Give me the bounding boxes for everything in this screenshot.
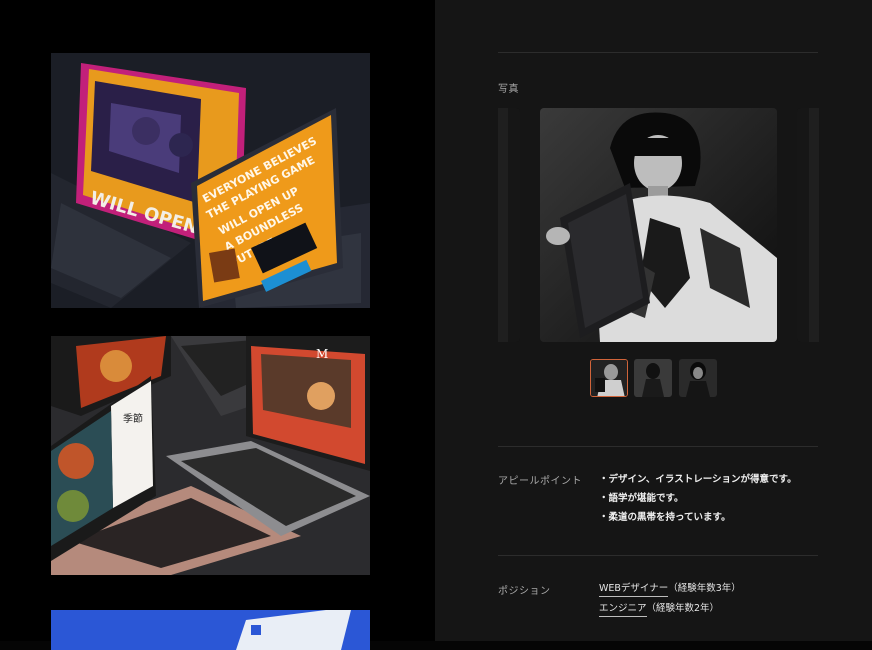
position-item: エンジニア（経験年数2年） [599, 600, 720, 617]
carousel-thumbnail-2[interactable] [634, 359, 672, 397]
carousel-active-photo[interactable] [540, 108, 777, 342]
portfolio-column: WILL OPEN U EVERYONE BELIEVES THE PLAYIN… [0, 0, 435, 650]
profile-photo [540, 108, 777, 342]
position-experience: （経験年数3年） [668, 583, 741, 594]
divider [498, 555, 818, 556]
divider [498, 52, 818, 53]
laptop-mockup-illustration: 季節 M [51, 336, 370, 575]
carousel-thumbnail-1[interactable] [590, 359, 628, 397]
svg-text:季節: 季節 [123, 412, 143, 425]
portfolio-image-restaurant-site[interactable]: 季節 M [51, 336, 370, 575]
position-section-label: ポジション [498, 586, 551, 597]
divider [498, 446, 818, 447]
carousel-next-slide[interactable] [797, 108, 819, 342]
portfolio-image-gaming-site[interactable]: WILL OPEN U EVERYONE BELIEVES THE PLAYIN… [51, 53, 370, 308]
position-experience: （経験年数2年） [646, 603, 720, 614]
laptop-mockup-illustration: WILL OPEN U EVERYONE BELIEVES THE PLAYIN… [51, 53, 370, 308]
appeal-section-label: アピールポイント [498, 476, 582, 487]
portfolio-image-third[interactable] [51, 610, 370, 650]
appeal-item: ・語学が堪能です。 [599, 493, 684, 504]
appeal-item: ・柔道の黒帯を持っています。 [599, 512, 731, 523]
position-link-web-designer[interactable]: WEBデザイナー [599, 583, 669, 597]
appeal-item: ・デザイン、イラストレーションが得意です。 [599, 474, 797, 485]
position-item: WEBデザイナー（経験年数3年） [599, 580, 741, 597]
laptop-mockup-illustration [51, 610, 370, 650]
photo-section-label: 写真 [498, 84, 519, 95]
svg-text:M: M [316, 347, 328, 361]
carousel-prev-slide[interactable] [498, 108, 520, 342]
carousel-thumbnail-3[interactable] [679, 359, 717, 397]
position-link-engineer[interactable]: エンジニア [599, 603, 647, 617]
